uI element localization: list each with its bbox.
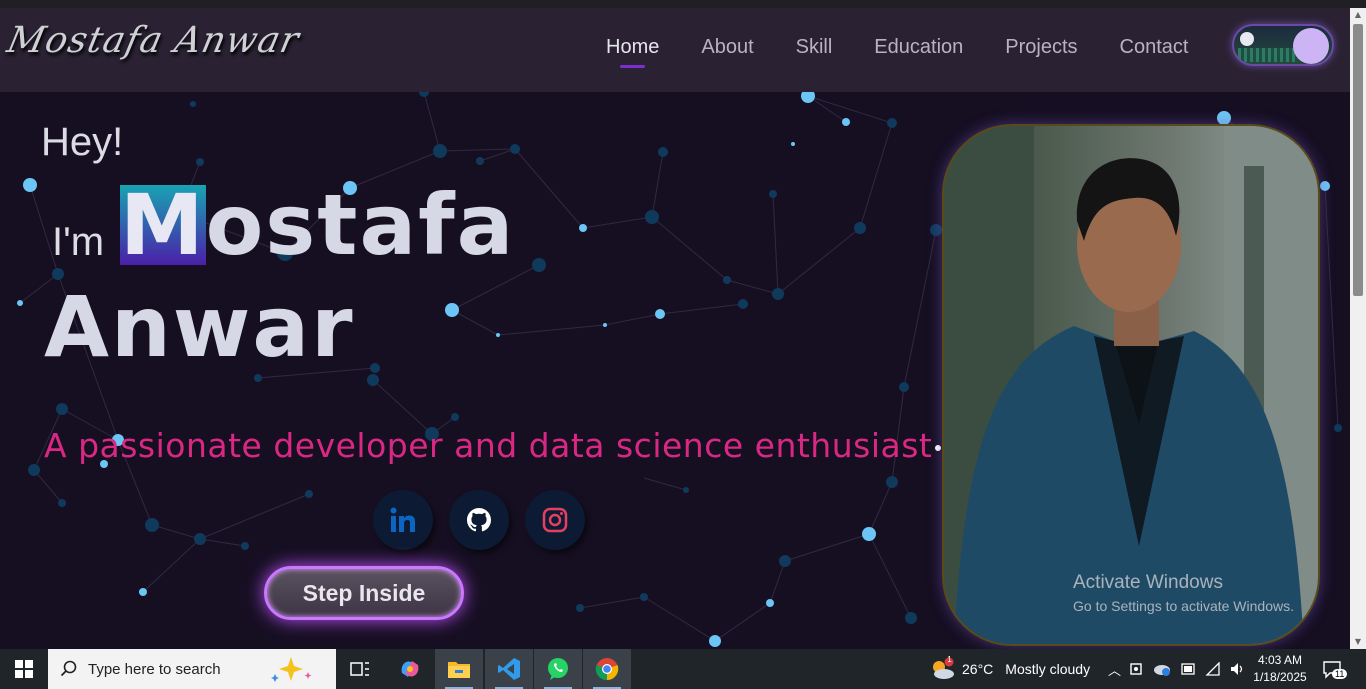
weather-badge: 1 — [947, 655, 952, 664]
linkedin-icon[interactable] — [373, 490, 433, 550]
weather-widget[interactable]: 1 26°C Mostly cloudy — [928, 649, 1090, 689]
moon-icon — [1240, 32, 1254, 46]
onedrive-cloud-icon[interactable] — [1153, 661, 1171, 677]
clock-time: 4:03 AM — [1257, 653, 1303, 667]
toggle-knob — [1293, 28, 1329, 64]
chrome-button[interactable] — [583, 649, 631, 689]
windows-activation-watermark: Activate Windows Go to Settings to activ… — [1073, 572, 1294, 614]
nav-contact[interactable]: Contact — [1120, 36, 1189, 59]
nav-home[interactable]: Home — [606, 36, 659, 68]
scrollbar-thumb[interactable] — [1353, 24, 1363, 296]
typing-caret — [935, 444, 942, 451]
clock-date: 1/18/2025 — [1253, 670, 1307, 684]
browser-top-strip — [0, 0, 1366, 8]
scroll-up-arrow-icon[interactable]: ▲ — [1350, 8, 1366, 22]
volume-icon[interactable] — [1230, 662, 1246, 676]
nav-about[interactable]: About — [701, 36, 753, 59]
vscode-button[interactable] — [485, 649, 533, 689]
github-icon[interactable] — [449, 490, 509, 550]
scroll-down-arrow-icon[interactable]: ▼ — [1350, 635, 1366, 649]
im-label: I'm — [52, 220, 105, 264]
nav-projects[interactable]: Projects — [1005, 36, 1077, 59]
copilot-sparkle-icon — [271, 657, 312, 682]
search-placeholder: Type here to search — [88, 660, 221, 678]
person-silhouette — [944, 126, 1318, 644]
social-links — [373, 490, 585, 550]
vscode-icon — [498, 658, 520, 680]
instagram-icon[interactable] — [525, 490, 585, 550]
nav-education[interactable]: Education — [874, 36, 963, 59]
taskbar-search-box[interactable]: Type here to search — [48, 649, 336, 689]
theme-toggle[interactable] — [1232, 24, 1334, 66]
copilot-button[interactable] — [386, 649, 434, 689]
step-inside-button[interactable]: Step Inside — [264, 566, 464, 620]
taskbar-clock[interactable]: 4:03 AM 1/18/2025 — [1250, 652, 1310, 686]
first-name-highlight: M — [120, 176, 206, 274]
show-hidden-icons-chevron-icon[interactable]: ︿ — [1108, 660, 1121, 679]
wifi-icon[interactable] — [1205, 662, 1221, 676]
weather-condition: Mostly cloudy — [1005, 661, 1091, 677]
notification-center-button[interactable]: 11 — [1322, 649, 1348, 689]
portfolio-page: Mostafa Anwar Home About Skill Education… — [0, 8, 1350, 649]
copilot-icon — [401, 661, 419, 677]
whatsapp-button[interactable] — [534, 649, 582, 689]
site-logo[interactable]: Mostafa Anwar — [4, 20, 304, 61]
profile-photo — [942, 124, 1320, 646]
search-icon — [60, 660, 77, 677]
battery-icon[interactable] — [1180, 662, 1196, 676]
weather-temperature: 26°C — [962, 661, 994, 677]
whatsapp-icon — [548, 658, 568, 680]
nav-links: Home About Skill Education Projects Cont… — [606, 36, 1189, 68]
page-scrollbar[interactable]: ▲ ▼ — [1350, 8, 1366, 649]
chrome-icon — [595, 658, 619, 681]
trees-decoration — [1238, 48, 1298, 62]
tagline-text: A passionate developer and data science … — [44, 426, 933, 465]
first-name: Mostafa — [120, 176, 515, 274]
start-button[interactable] — [0, 649, 48, 689]
task-view-icon — [350, 662, 369, 676]
task-view-button[interactable] — [336, 649, 384, 689]
system-tray-icons: ︿ — [1108, 649, 1246, 689]
notification-count: 11 — [1332, 669, 1348, 679]
folder-icon — [448, 662, 470, 678]
first-name-rest: ostafa — [205, 176, 516, 274]
greeting: Hey! — [41, 120, 124, 164]
meet-now-icon[interactable] — [1130, 661, 1144, 677]
watermark-subtitle: Go to Settings to activate Windows. — [1073, 598, 1294, 614]
last-name: Anwar — [44, 278, 355, 376]
file-explorer-button[interactable] — [435, 649, 483, 689]
nav-skill[interactable]: Skill — [796, 36, 833, 59]
top-navbar: Mostafa Anwar Home About Skill Education… — [0, 8, 1350, 92]
windows-taskbar: Type here to search 1 26°C Mostly cloudy… — [0, 649, 1366, 689]
tagline: A passionate developer and data science … — [44, 426, 942, 465]
watermark-title: Activate Windows — [1073, 572, 1223, 593]
windows-logo-icon — [15, 660, 33, 678]
